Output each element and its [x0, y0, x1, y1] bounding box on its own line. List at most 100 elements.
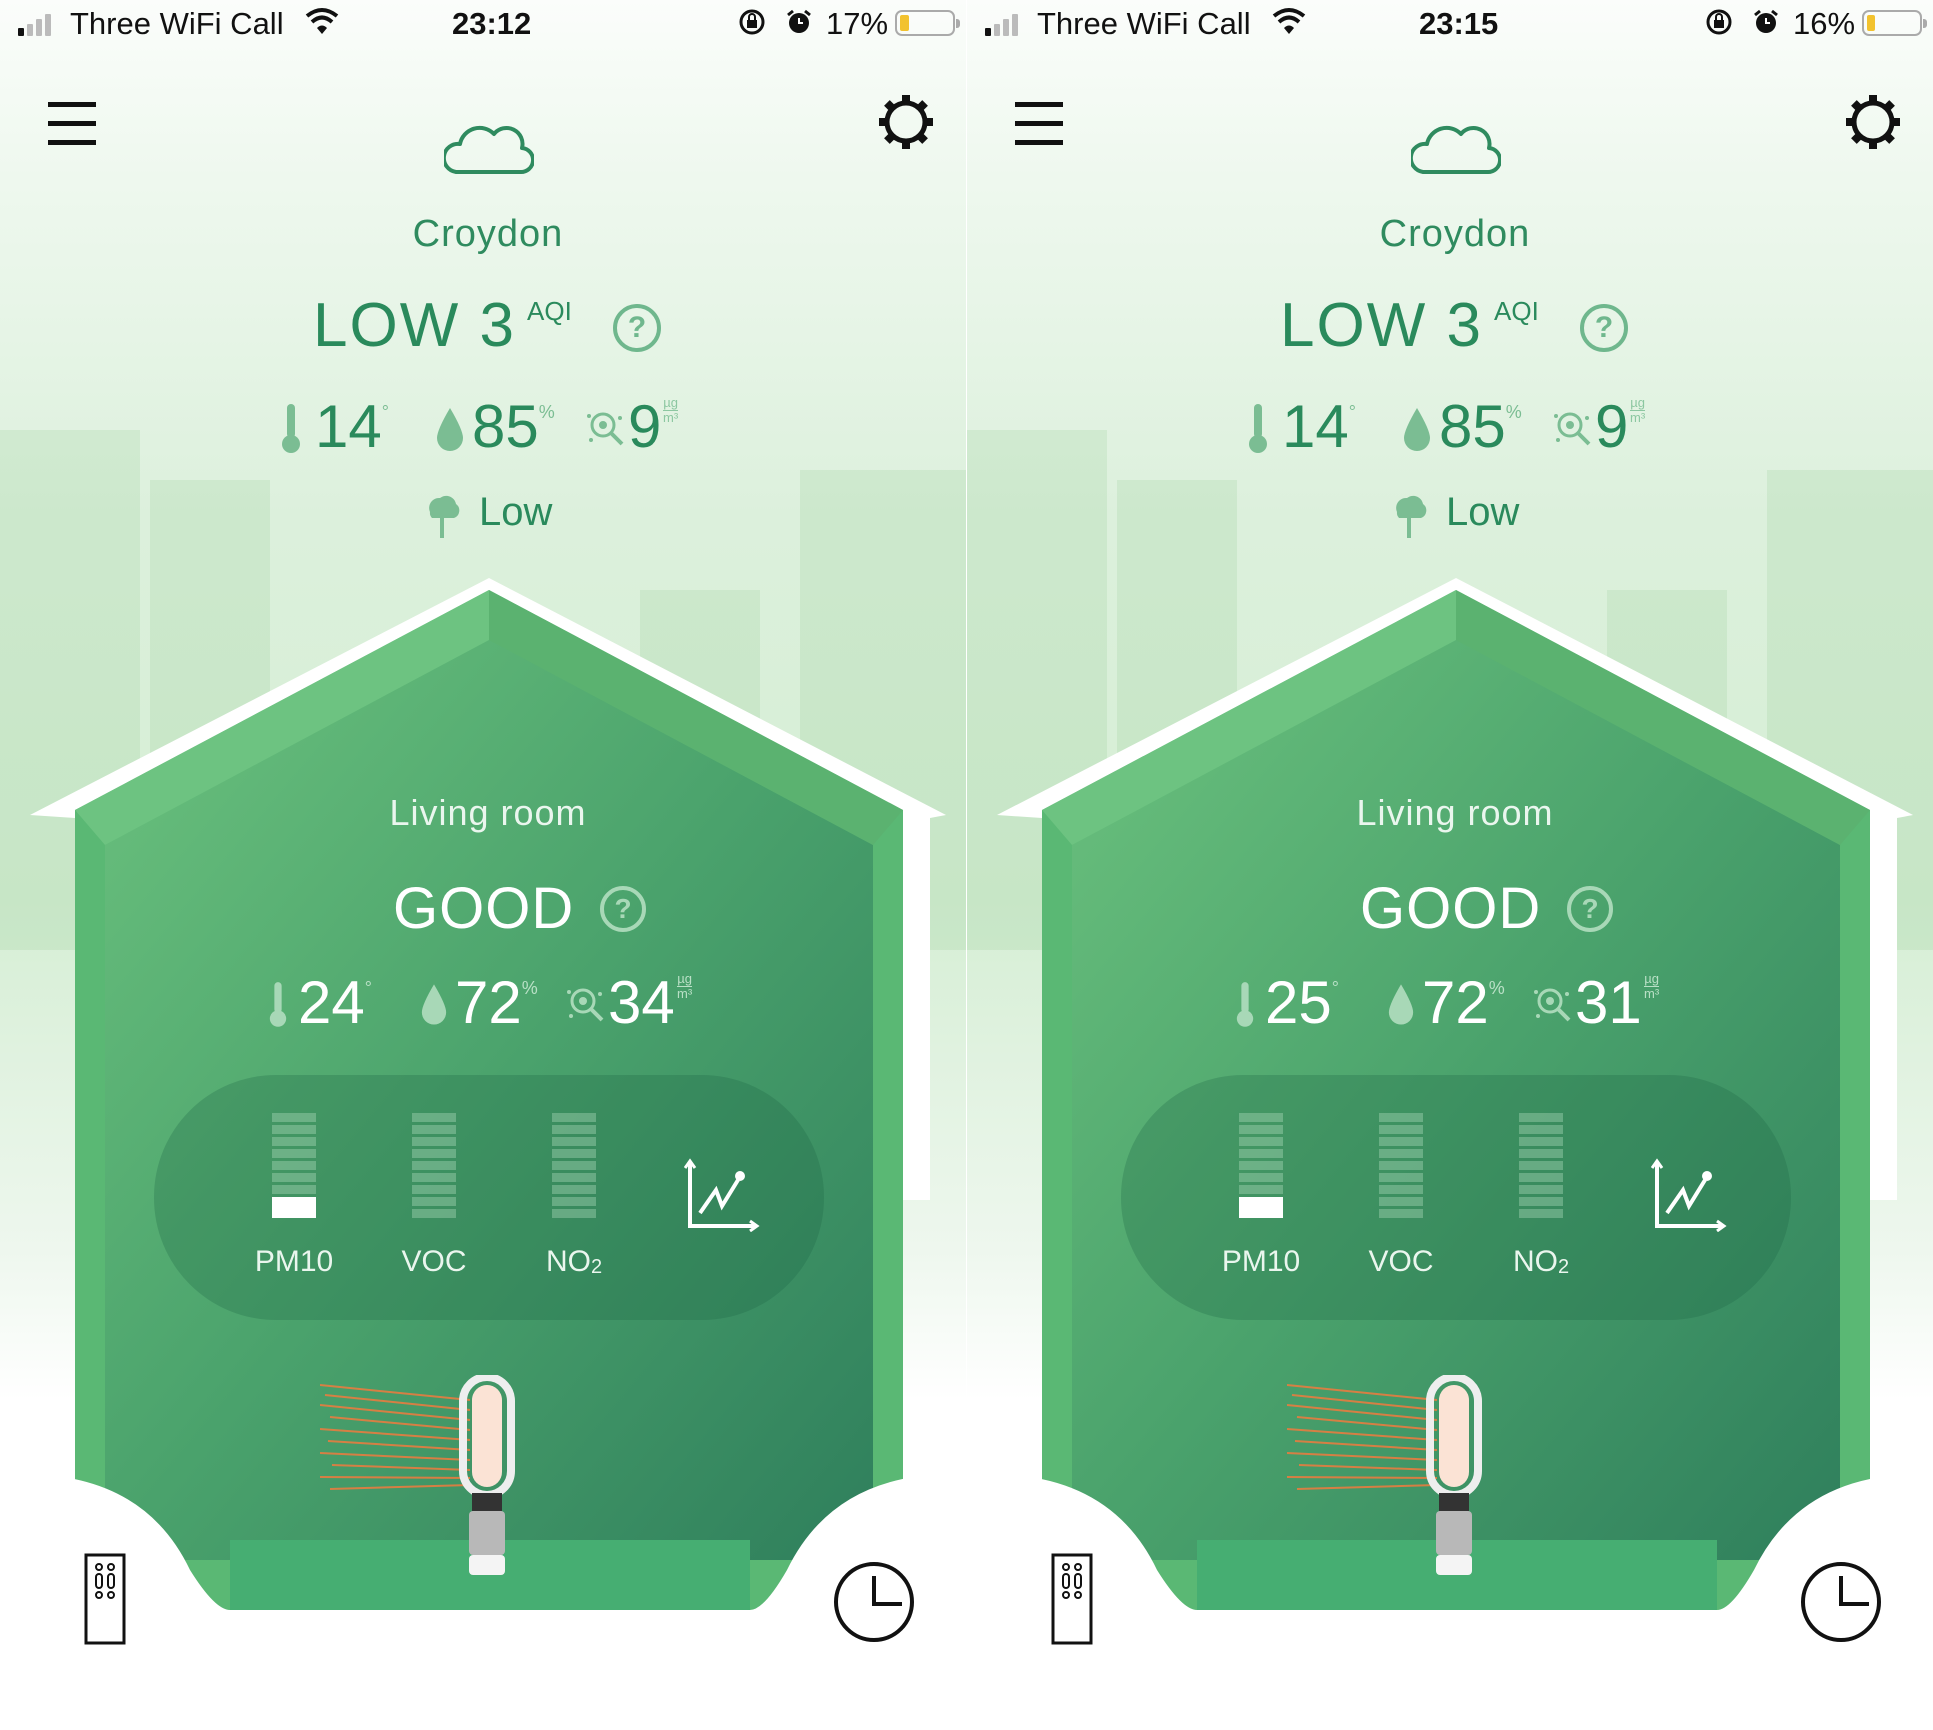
particulates-unit: µg m³: [1644, 972, 1660, 1001]
humidity-drop-icon: [437, 408, 463, 451]
pollutant-bar-pm10: [1239, 1113, 1283, 1218]
bar-segment: [552, 1137, 596, 1146]
battery-percent: 17%: [826, 6, 889, 41]
signal-icon: [18, 14, 51, 36]
bar-segment: [552, 1161, 596, 1170]
bar-segment: [272, 1137, 316, 1146]
bar-segment: [1379, 1149, 1423, 1158]
menu-icon-line: [48, 121, 96, 126]
outdoor-particulates: 9: [628, 392, 661, 461]
settings-button[interactable]: [877, 93, 935, 151]
pollutant-name: NO: [1512, 1245, 1558, 1278]
aqi-help-button[interactable]: ?: [1580, 304, 1628, 352]
battery-icon: [1862, 10, 1927, 36]
bar-segment: [412, 1137, 456, 1146]
battery-icon: [895, 10, 960, 36]
history-chart-button[interactable]: [1651, 1158, 1727, 1232]
outdoor-readings: 14° 85% 9 µg m³: [967, 392, 1933, 462]
pollutant-label-voc: VOC: [1341, 1245, 1461, 1279]
status-time: 23:15: [1419, 6, 1499, 41]
unit-bottom: m³: [663, 410, 679, 425]
value: 34: [608, 969, 675, 1036]
aqi-level: LOW 3: [1280, 291, 1483, 360]
bar-segment: [1519, 1149, 1563, 1158]
outdoor-temperature: 14°: [1282, 392, 1356, 461]
indoor-temperature: 24°: [298, 968, 372, 1037]
purifier-fan-image: [320, 1375, 515, 1575]
bar-segment: [1519, 1185, 1563, 1194]
menu-button[interactable]: [1015, 100, 1063, 146]
bar-segment: [1519, 1197, 1563, 1206]
bar-segment: [1379, 1209, 1423, 1218]
history-chart-button[interactable]: [684, 1158, 760, 1232]
pollutant-subscript: 2: [590, 1256, 603, 1278]
menu-button[interactable]: [48, 100, 96, 146]
bar-segment: [1379, 1197, 1423, 1206]
orientation-lock-icon: [1705, 8, 1733, 43]
pollutant-bar-voc: [1379, 1113, 1423, 1218]
unit: °: [381, 402, 389, 422]
unit: °: [1331, 978, 1339, 998]
bar-segment: [1239, 1113, 1283, 1122]
battery-fill: [900, 15, 909, 31]
pollutant-name: NO: [545, 1245, 591, 1278]
room-air-quality: GOOD: [393, 876, 575, 941]
value: 9: [1595, 393, 1629, 460]
particulates-unit: µg m³: [663, 396, 679, 425]
room-quality-help-button[interactable]: ?: [1567, 886, 1613, 932]
unit-top: µg: [1630, 395, 1646, 411]
carrier-name: Three WiFi Call: [1037, 6, 1251, 41]
indoor-humidity: 72%: [455, 968, 538, 1037]
aqi-label: AQI: [527, 296, 572, 326]
pollen-level: Low: [967, 490, 1933, 550]
signal-icon: [985, 14, 1018, 36]
pollutant-name: VOC: [401, 1245, 467, 1278]
bar-segment: [272, 1173, 316, 1182]
value: 9: [628, 393, 662, 460]
unit-bottom: m³: [677, 986, 693, 1001]
tree-icon: [429, 495, 460, 538]
bar-segment: [412, 1185, 456, 1194]
pollutant-name: PM10: [254, 1245, 334, 1278]
particulates-unit: µg m³: [1630, 395, 1646, 425]
pollutant-label-no: NO2: [514, 1245, 634, 1279]
bar-segment: [412, 1149, 456, 1158]
indoor-particulates: 31: [1575, 968, 1642, 1037]
room-name: Living room: [389, 792, 587, 833]
pollutant-subscript: 2: [1557, 1256, 1570, 1278]
settings-button[interactable]: [1844, 93, 1902, 151]
bar-segment: [1239, 1197, 1283, 1218]
schedule-button[interactable]: [1799, 1560, 1883, 1644]
remote-control-button[interactable]: [84, 1553, 126, 1645]
particulates-icon: [1534, 988, 1571, 1022]
cloud-icon: [444, 125, 534, 175]
bar-segment: [412, 1125, 456, 1134]
bar-segment: [1519, 1113, 1563, 1122]
unit: °: [364, 978, 372, 998]
indoor-readings: 25° 72% 31 µg m³: [967, 968, 1933, 1038]
bar-segment: [552, 1113, 596, 1122]
remote-control-button[interactable]: [1051, 1553, 1093, 1645]
bar-segment: [1519, 1209, 1563, 1218]
humidity-drop-icon: [1404, 408, 1430, 451]
menu-icon-line: [48, 140, 96, 145]
pollutant-label-no: NO2: [1481, 1245, 1601, 1279]
orientation-lock-icon: [738, 8, 766, 43]
schedule-button[interactable]: [832, 1560, 916, 1644]
pollutant-name: VOC: [1368, 1245, 1434, 1278]
bar-segment: [1379, 1185, 1423, 1194]
pollutant-bar-no: [552, 1113, 596, 1218]
unit-top: µg: [677, 971, 693, 987]
aqi-help-button[interactable]: ?: [613, 304, 661, 352]
menu-icon-line: [1015, 140, 1063, 145]
pollen-label: Low: [1446, 490, 1520, 534]
bar-segment: [1239, 1161, 1283, 1170]
menu-icon-line: [48, 102, 96, 107]
room-quality-help-button[interactable]: ?: [600, 886, 646, 932]
unit: %: [1488, 978, 1505, 998]
alarm-icon: [785, 8, 813, 43]
alarm-icon: [1752, 8, 1780, 43]
pollutant-bar-no: [1519, 1113, 1563, 1218]
phone-screen: Three WiFi Call 23:12 17% Croydon LOW 3 …: [0, 0, 966, 1730]
pollutant-label-voc: VOC: [374, 1245, 494, 1279]
